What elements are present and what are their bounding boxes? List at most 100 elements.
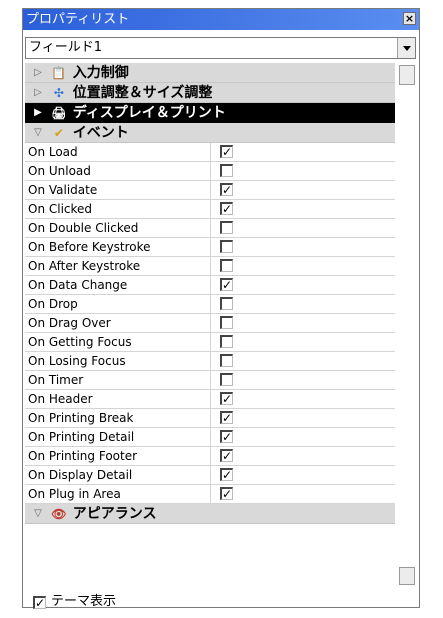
column-divider bbox=[210, 352, 211, 370]
event-checkbox[interactable] bbox=[220, 354, 233, 367]
event-label: On Display Detail bbox=[28, 468, 133, 482]
event-label: On Unload bbox=[28, 164, 91, 178]
event-row: On Load ✓ bbox=[25, 143, 395, 162]
theme-display-checkbox[interactable]: ✓ bbox=[33, 596, 46, 609]
column-divider bbox=[210, 428, 211, 446]
event-checkbox[interactable]: ✓ bbox=[220, 183, 233, 196]
event-label: On Before Keystroke bbox=[28, 240, 151, 254]
event-label: On Losing Focus bbox=[28, 354, 126, 368]
event-checkbox[interactable]: ✓ bbox=[220, 202, 233, 215]
event-row: On Clicked ✓ bbox=[25, 200, 395, 219]
event-label: On After Keystroke bbox=[28, 259, 141, 273]
event-row: On Before Keystroke bbox=[25, 238, 395, 257]
section-display-print[interactable]: ▶ 🖨 ディスプレイ＆プリント bbox=[25, 103, 395, 123]
object-selector-dropdown[interactable]: フィールド1 bbox=[25, 37, 416, 59]
event-row: On Timer bbox=[25, 371, 395, 390]
scrollbar-thumb-top[interactable] bbox=[399, 65, 415, 85]
section-events[interactable]: ▽ ✔ イベント bbox=[25, 123, 395, 143]
chevron-down-icon[interactable] bbox=[397, 38, 415, 58]
event-label: On Printing Footer bbox=[28, 449, 138, 463]
event-checkbox[interactable] bbox=[220, 221, 233, 234]
property-list-window: プロパティリスト × フィールド1 ▷ 📋 入力制御 ▷ ✣ 位置調整＆サイズ調… bbox=[22, 8, 420, 609]
object-selector-value: フィールド1 bbox=[29, 40, 103, 55]
property-list: ▷ 📋 入力制御 ▷ ✣ 位置調整＆サイズ調整 ▶ 🖨 ディスプレイ＆プリント … bbox=[25, 63, 395, 587]
column-divider bbox=[210, 447, 211, 465]
column-divider bbox=[210, 257, 211, 275]
event-row: On Plug in Area ✓ bbox=[25, 485, 395, 504]
section-appearance[interactable]: ▽ 👁 アピアランス bbox=[25, 504, 395, 524]
eye-icon: 👁 bbox=[51, 507, 67, 521]
event-checkbox[interactable]: ✓ bbox=[220, 449, 233, 462]
event-checkbox[interactable] bbox=[220, 259, 233, 272]
event-rows: On Load ✓ On Unload On Validate ✓ On Clicked ✓… bbox=[25, 143, 395, 504]
scrollbar-thumb-bottom[interactable] bbox=[399, 567, 415, 585]
section-label: ディスプレイ＆プリント bbox=[72, 105, 226, 121]
event-row: On Printing Footer ✓ bbox=[25, 447, 395, 466]
printer-icon: 🖨 bbox=[51, 106, 67, 120]
event-checkbox[interactable] bbox=[220, 164, 233, 177]
window-title: プロパティリスト bbox=[26, 12, 130, 27]
event-checkbox[interactable]: ✓ bbox=[220, 468, 233, 481]
event-checkbox[interactable] bbox=[220, 316, 233, 329]
expand-triangle-icon[interactable]: ▷ bbox=[31, 83, 45, 103]
column-divider bbox=[210, 466, 211, 484]
collapse-triangle-icon[interactable]: ▽ bbox=[31, 123, 45, 143]
column-divider bbox=[210, 200, 211, 218]
column-divider bbox=[210, 485, 211, 503]
section-label: アピアランス bbox=[72, 506, 157, 522]
event-label: On Timer bbox=[28, 373, 84, 387]
event-row: On Double Clicked bbox=[25, 219, 395, 238]
event-row: On Header ✓ bbox=[25, 390, 395, 409]
event-checkbox[interactable]: ✓ bbox=[220, 278, 233, 291]
close-icon: × bbox=[404, 12, 415, 25]
theme-display-label: テーマ表示 bbox=[51, 594, 117, 609]
event-checkbox[interactable] bbox=[220, 373, 233, 386]
event-label: On Getting Focus bbox=[28, 335, 132, 349]
event-label: On Drag Over bbox=[28, 316, 111, 330]
expand-triangle-icon[interactable]: ▷ bbox=[31, 63, 45, 83]
column-divider bbox=[210, 276, 211, 294]
column-divider bbox=[210, 371, 211, 389]
column-divider bbox=[210, 409, 211, 427]
section-input-control[interactable]: ▷ 📋 入力制御 bbox=[25, 63, 395, 83]
event-row: On Data Change ✓ bbox=[25, 276, 395, 295]
close-button[interactable]: × bbox=[403, 12, 416, 25]
event-label: On Load bbox=[28, 145, 78, 159]
event-label: On Printing Break bbox=[28, 411, 134, 425]
title-bar: プロパティリスト × bbox=[23, 9, 419, 30]
event-row: On Drop bbox=[25, 295, 395, 314]
expand-triangle-icon[interactable]: ▶ bbox=[31, 103, 45, 123]
column-divider bbox=[210, 181, 211, 199]
event-label: On Validate bbox=[28, 183, 98, 197]
column-divider bbox=[210, 238, 211, 256]
event-label: On Plug in Area bbox=[28, 487, 121, 501]
section-position-size[interactable]: ▷ ✣ 位置調整＆サイズ調整 bbox=[25, 83, 395, 103]
section-label: イベント bbox=[72, 125, 129, 141]
event-row: On Display Detail ✓ bbox=[25, 466, 395, 485]
event-label: On Printing Detail bbox=[28, 430, 135, 444]
event-row: On Drag Over bbox=[25, 314, 395, 333]
event-checkbox[interactable] bbox=[220, 335, 233, 348]
column-divider bbox=[210, 314, 211, 332]
event-checkbox[interactable] bbox=[220, 240, 233, 253]
column-divider bbox=[210, 390, 211, 408]
event-label: On Header bbox=[28, 392, 93, 406]
column-divider bbox=[210, 143, 211, 161]
event-label: On Double Clicked bbox=[28, 221, 139, 235]
event-checkbox[interactable]: ✓ bbox=[220, 430, 233, 443]
event-row: On After Keystroke bbox=[25, 257, 395, 276]
collapse-triangle-icon[interactable]: ▽ bbox=[31, 504, 45, 524]
event-checkbox[interactable]: ✓ bbox=[220, 392, 233, 405]
column-divider bbox=[210, 333, 211, 351]
event-checkbox[interactable] bbox=[220, 297, 233, 310]
event-row: On Unload bbox=[25, 162, 395, 181]
event-row: On Printing Break ✓ bbox=[25, 409, 395, 428]
form-icon: 📋 bbox=[51, 66, 67, 80]
event-label: On Drop bbox=[28, 297, 78, 311]
event-checkbox[interactable]: ✓ bbox=[220, 487, 233, 500]
event-label: On Data Change bbox=[28, 278, 128, 292]
event-checkbox[interactable]: ✓ bbox=[220, 145, 233, 158]
event-row: On Getting Focus bbox=[25, 333, 395, 352]
event-checkbox[interactable]: ✓ bbox=[220, 411, 233, 424]
column-divider bbox=[210, 295, 211, 313]
